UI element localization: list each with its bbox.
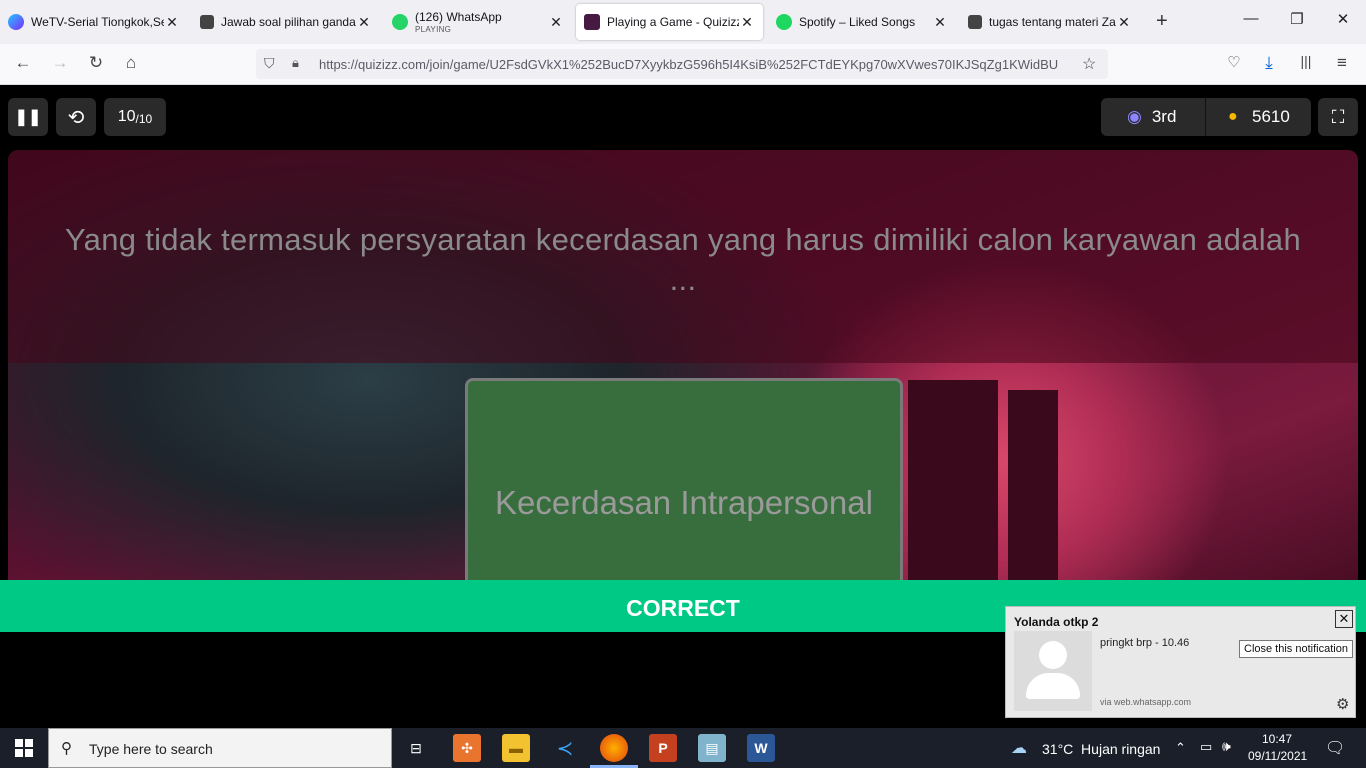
whatsapp-notification[interactable]: Yolanda otkp 2 ✕ pringkt brp - 10.46 via…: [1005, 606, 1356, 718]
score-panel: ◉ 3rd ● 5610: [1101, 98, 1311, 136]
answer-text: Kecerdasan Intrapersonal: [495, 484, 873, 521]
tab-tugas[interactable]: tugas tentang materi Zak ✕: [960, 4, 1140, 40]
windows-start-icon[interactable]: [15, 739, 33, 757]
bookmark-star-icon[interactable]: ☆: [1082, 54, 1096, 74]
download-icon[interactable]: ⤓: [1258, 53, 1280, 73]
notifications-center-icon[interactable]: 🗨︎: [1325, 738, 1345, 758]
volume-icon[interactable]: 🕪︎: [1222, 738, 1231, 755]
tab-whatsapp[interactable]: (126) WhatsApp PLAYING ✕: [384, 4, 572, 40]
notepad-icon[interactable]: ▤: [698, 734, 726, 762]
spotify-icon: [776, 14, 792, 30]
coins-icon: ●: [1228, 108, 1238, 125]
xampp-icon[interactable]: ✣: [453, 734, 481, 762]
pause-button[interactable]: ❚❚: [8, 98, 48, 136]
close-tab-icon[interactable]: ✕: [356, 14, 372, 31]
rank-value: 3rd: [1151, 107, 1177, 126]
settings-gear-icon[interactable]: ⚙: [1336, 695, 1349, 713]
refresh-icon: ⟲: [67, 106, 85, 129]
lock-icon[interactable]: 🔒︎: [292, 55, 299, 71]
home-icon[interactable]: ⌂: [120, 53, 142, 73]
vscode-icon[interactable]: ≺: [551, 734, 579, 762]
tab-wetv[interactable]: WeTV-Serial Tiongkok,Se ✕: [0, 4, 188, 40]
page-icon: [200, 15, 214, 29]
fullscreen-icon: ⛶: [1331, 106, 1345, 127]
tab-spotify[interactable]: Spotify – Liked Songs ✕: [768, 4, 956, 40]
library-icon[interactable]: |||: [1295, 53, 1317, 69]
powerup-button[interactable]: ⟲: [56, 98, 96, 136]
url-text[interactable]: https://quizizz.com/join/game/U2FsdGVkX1…: [319, 57, 1079, 72]
search-placeholder: Type here to search: [89, 741, 213, 757]
question-stage: Yang tidak termasuk persyaratan kecerdas…: [8, 150, 1358, 580]
close-tab-icon[interactable]: ✕: [1116, 14, 1132, 31]
page-icon: [968, 15, 982, 29]
weather-text[interactable]: 31°C Hujan ringan: [1042, 741, 1160, 757]
progress-total: /10: [135, 111, 153, 126]
tab-title: (126) WhatsApp: [415, 10, 502, 24]
fullscreen-button[interactable]: ⛶: [1318, 98, 1358, 136]
progress-current: 10: [117, 108, 136, 125]
quizizz-icon: [584, 14, 600, 30]
back-icon[interactable]: ←: [12, 53, 34, 73]
avatar: [1014, 631, 1092, 711]
background-art: [1008, 390, 1058, 580]
answer-option[interactable]: Kecerdasan Intrapersonal: [465, 378, 903, 580]
notification-close-icon[interactable]: ✕: [1335, 610, 1353, 628]
close-notification-tooltip: Close this notification: [1239, 640, 1353, 658]
firefox-icon[interactable]: [600, 734, 628, 762]
divider: [1205, 98, 1206, 136]
notification-message: pringkt brp - 10.46: [1100, 637, 1190, 649]
minimize-icon[interactable]: —: [1228, 10, 1274, 27]
close-tab-icon[interactable]: ✕: [739, 14, 755, 31]
windows-taskbar: ⚲ Type here to search ⊟ ✣ ▬ ≺ P ▤ W ☁ 31…: [0, 728, 1366, 768]
clock-time[interactable]: 10:47: [1262, 732, 1292, 746]
forward-icon[interactable]: →: [49, 53, 71, 73]
close-tab-icon[interactable]: ✕: [164, 14, 180, 31]
tab-bar: WeTV-Serial Tiongkok,Se ✕ Jawab soal pil…: [0, 0, 1366, 44]
nav-bar: ← → ↻ ⌂ ⛉ 🔒︎ https://quizizz.com/join/ga…: [0, 44, 1366, 85]
weather-icon[interactable]: ☁: [1011, 738, 1027, 758]
search-icon: ⚲: [61, 740, 72, 757]
close-tab-icon[interactable]: ✕: [548, 14, 564, 31]
coins-value: 5610: [1252, 107, 1290, 126]
close-window-icon[interactable]: ✕: [1320, 10, 1366, 28]
powerpoint-icon[interactable]: P: [649, 734, 677, 762]
network-icon[interactable]: ▭: [1200, 739, 1212, 755]
close-tab-icon[interactable]: ✕: [932, 14, 948, 31]
tab-title: Jawab soal pilihan ganda: [221, 15, 356, 29]
file-explorer-icon[interactable]: ▬: [502, 734, 530, 762]
clock-date[interactable]: 09/11/2021: [1248, 749, 1307, 763]
tab-title: WeTV-Serial Tiongkok,Se: [31, 15, 164, 29]
rank-medal-icon: ◉: [1127, 107, 1142, 126]
shield-icon[interactable]: ⛉: [264, 55, 275, 72]
restore-icon[interactable]: ❐: [1274, 10, 1320, 28]
task-view-icon[interactable]: ⊟: [402, 734, 430, 762]
chevron-up-icon[interactable]: ⌃: [1175, 740, 1186, 756]
tab-quizizz[interactable]: Playing a Game - Quizizz ✕: [576, 4, 763, 40]
tab-title: tugas tentang materi Zak: [989, 15, 1116, 29]
taskbar-search-box[interactable]: ⚲ Type here to search: [48, 728, 392, 768]
tab-title: Playing a Game - Quizizz: [607, 15, 739, 29]
background-art: [908, 380, 998, 580]
pause-icon: ❚❚: [14, 109, 42, 126]
pocket-icon[interactable]: ♡: [1223, 53, 1245, 71]
tab-audio-status: PLAYING: [415, 25, 452, 34]
tab-title: Spotify – Liked Songs: [799, 15, 916, 29]
question-progress: 10/10: [104, 98, 166, 136]
notification-sender: Yolanda otkp 2: [1014, 615, 1099, 629]
tab-jawab-soal[interactable]: Jawab soal pilihan ganda ✕: [192, 4, 380, 40]
menu-icon[interactable]: ≡: [1331, 53, 1353, 73]
notification-source: via web.whatsapp.com: [1100, 697, 1192, 707]
question-text: Yang tidak termasuk persyaratan kecerdas…: [64, 222, 1301, 297]
word-icon[interactable]: W: [747, 734, 775, 762]
wetv-icon: [8, 14, 24, 30]
reload-icon[interactable]: ↻: [85, 53, 107, 73]
address-bar[interactable]: ⛉ 🔒︎ https://quizizz.com/join/game/U2Fsd…: [256, 49, 1108, 79]
new-tab-icon[interactable]: +: [1156, 10, 1168, 33]
whatsapp-icon: [392, 14, 408, 30]
